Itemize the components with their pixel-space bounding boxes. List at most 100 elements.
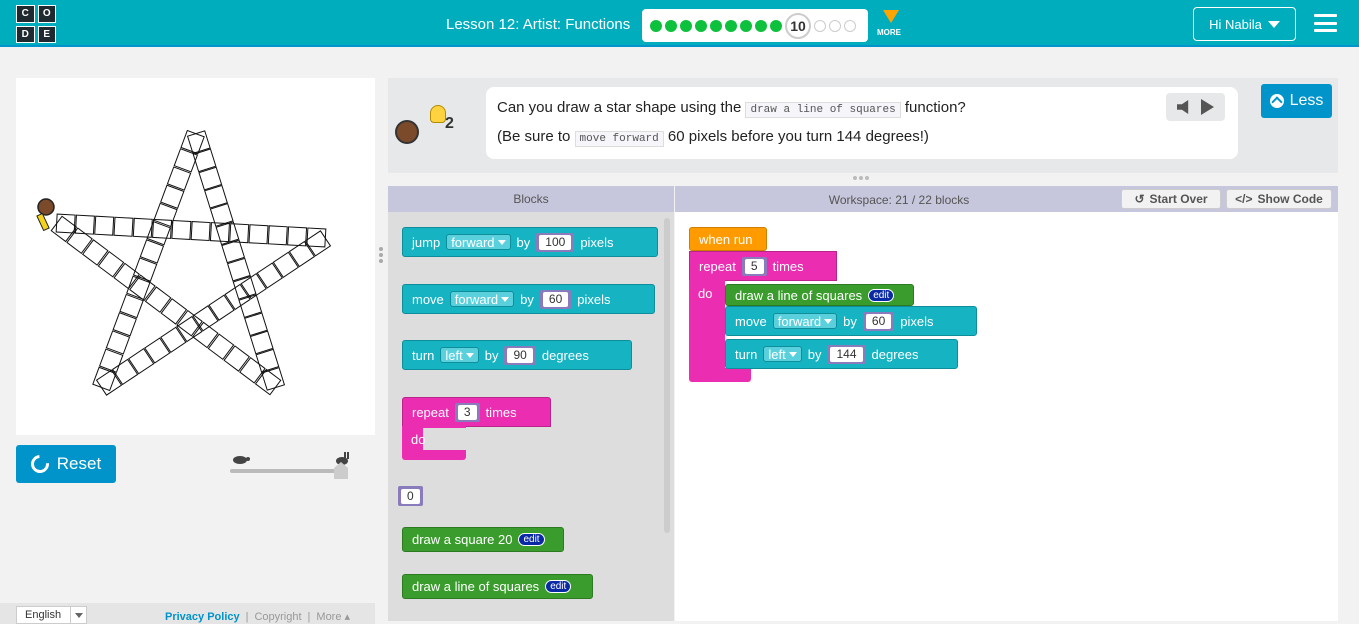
dropdown-arrow-icon[interactable] bbox=[70, 607, 86, 624]
code-snippet: draw a line of squares bbox=[745, 102, 901, 118]
direction-dropdown[interactable]: left bbox=[440, 347, 479, 363]
less-button[interactable]: Less bbox=[1261, 84, 1332, 118]
play-icon[interactable] bbox=[1201, 99, 1214, 115]
level-dot[interactable] bbox=[650, 19, 662, 32]
artist-avatar-icon bbox=[395, 120, 419, 144]
edit-badge[interactable]: edit bbox=[545, 580, 572, 593]
drawn-square bbox=[304, 230, 332, 257]
instruction-bubble: Can you draw a star shape using the draw… bbox=[486, 87, 1238, 159]
level-dot[interactable] bbox=[710, 19, 722, 32]
current-level-dot[interactable]: 10 bbox=[785, 12, 811, 39]
drawn-square bbox=[160, 326, 187, 353]
direction-dropdown[interactable]: forward bbox=[772, 313, 838, 329]
speed-slider[interactable] bbox=[230, 449, 356, 481]
level-dot[interactable] bbox=[844, 19, 856, 32]
when-run-block[interactable]: when run bbox=[689, 227, 767, 251]
level-dot[interactable] bbox=[680, 19, 692, 32]
code-snippet: move forward bbox=[574, 131, 664, 147]
language-select[interactable]: English bbox=[16, 606, 87, 624]
logo-letter: O bbox=[37, 5, 56, 23]
number-input[interactable]: 60 bbox=[862, 311, 895, 331]
drawn-square bbox=[192, 305, 219, 332]
level-dot[interactable] bbox=[725, 19, 737, 32]
direction-dropdown[interactable]: forward bbox=[446, 234, 511, 250]
lightbulb-icon[interactable] bbox=[430, 105, 446, 123]
drawn-square bbox=[287, 226, 308, 247]
draw-square-block[interactable]: draw a square 20 edit bbox=[402, 527, 564, 552]
repeat-block[interactable]: repeat 3 times bbox=[402, 397, 551, 427]
drawn-square bbox=[208, 294, 235, 321]
direction-dropdown[interactable]: forward bbox=[449, 291, 515, 307]
edit-badge[interactable]: edit bbox=[868, 288, 895, 302]
reset-label: Reset bbox=[56, 454, 102, 473]
level-dot[interactable] bbox=[755, 19, 767, 32]
drawn-square bbox=[254, 368, 282, 396]
caret-down-icon bbox=[1267, 20, 1280, 28]
draw-line-of-squares-call[interactable]: draw a line of squares edit bbox=[725, 284, 914, 306]
repeat-block-foot bbox=[689, 368, 751, 382]
level-dot[interactable] bbox=[695, 19, 707, 32]
number-input[interactable]: 5 bbox=[741, 256, 767, 276]
level-dot[interactable] bbox=[829, 19, 841, 32]
workspace-repeat-block[interactable]: repeat 5 times bbox=[689, 251, 837, 281]
number-input[interactable]: 100 bbox=[536, 232, 575, 252]
more-link[interactable]: More ▴ bbox=[316, 611, 350, 623]
blocks-header: Blocks bbox=[388, 186, 674, 212]
drawn-square bbox=[160, 298, 188, 325]
drawn-square bbox=[171, 219, 192, 240]
drawn-square bbox=[144, 337, 171, 364]
level-dot[interactable] bbox=[740, 19, 752, 32]
show-code-button[interactable]: </> Show Code bbox=[1226, 189, 1332, 209]
lesson-title[interactable]: Lesson 12: Artist: Functions bbox=[446, 16, 630, 33]
artist-icon bbox=[36, 198, 55, 232]
drawn-square bbox=[113, 216, 134, 237]
number-input[interactable]: 3 bbox=[454, 402, 480, 422]
turn-left-block[interactable]: turn left by 90 degrees bbox=[402, 340, 632, 370]
audio-controls bbox=[1166, 93, 1225, 121]
drawn-square bbox=[132, 217, 153, 238]
hint-count: 2 bbox=[445, 115, 454, 132]
drawn-square bbox=[81, 239, 109, 266]
level-dot[interactable] bbox=[770, 19, 782, 32]
drawn-square bbox=[207, 333, 235, 361]
jump-forward-block[interactable]: jump forward by 100 pixels bbox=[402, 227, 658, 257]
hamburger-menu-icon[interactable] bbox=[1314, 14, 1337, 32]
speed-track[interactable] bbox=[230, 469, 348, 473]
move-forward-block[interactable]: move forward by 60 pixels bbox=[402, 284, 655, 314]
more-arrow-icon[interactable] bbox=[883, 10, 899, 23]
speaker-icon[interactable] bbox=[1177, 100, 1189, 114]
resize-grip[interactable] bbox=[853, 176, 871, 182]
reset-button[interactable]: Reset bbox=[16, 445, 116, 483]
rabbit-icon bbox=[336, 452, 349, 465]
start-over-button[interactable]: ↺ Start Over bbox=[1121, 189, 1221, 209]
footer-links: Privacy Policy | Copyright | More ▴ bbox=[165, 611, 351, 623]
panel-resize-grip[interactable] bbox=[379, 247, 383, 265]
direction-dropdown[interactable]: left bbox=[763, 346, 802, 362]
edit-badge[interactable]: edit bbox=[518, 533, 545, 546]
privacy-policy-link[interactable]: Privacy Policy bbox=[165, 611, 240, 623]
drawn-square bbox=[95, 369, 123, 396]
undo-icon: ↺ bbox=[1134, 192, 1145, 206]
code-logo[interactable]: C O D E bbox=[16, 5, 56, 43]
drawn-square bbox=[248, 224, 269, 245]
level-dot[interactable] bbox=[814, 19, 826, 32]
logo-letter: C bbox=[16, 5, 35, 23]
drawn-square bbox=[144, 286, 172, 313]
drawn-square bbox=[128, 348, 155, 375]
drawn-square bbox=[97, 250, 125, 278]
workspace-turn-block[interactable]: turn left by 144 degrees bbox=[725, 339, 958, 369]
number-block[interactable]: 0 bbox=[398, 486, 423, 506]
drawn-square bbox=[267, 225, 288, 246]
draw-line-of-squares-block[interactable]: draw a line of squares edit bbox=[402, 574, 593, 599]
do-label: do bbox=[411, 432, 426, 447]
number-input[interactable]: 60 bbox=[539, 289, 572, 309]
more-label[interactable]: MORE bbox=[877, 28, 901, 37]
copyright-link[interactable]: Copyright bbox=[254, 611, 301, 623]
less-label: Less bbox=[1289, 92, 1324, 109]
number-input[interactable]: 144 bbox=[827, 344, 866, 364]
workspace-move-block[interactable]: move forward by 60 pixels bbox=[725, 306, 977, 336]
toolbox-scrollbar[interactable] bbox=[664, 218, 670, 533]
user-menu-button[interactable]: Hi Nabila bbox=[1193, 7, 1296, 41]
number-input[interactable]: 90 bbox=[504, 345, 536, 365]
level-dot[interactable] bbox=[665, 19, 677, 32]
